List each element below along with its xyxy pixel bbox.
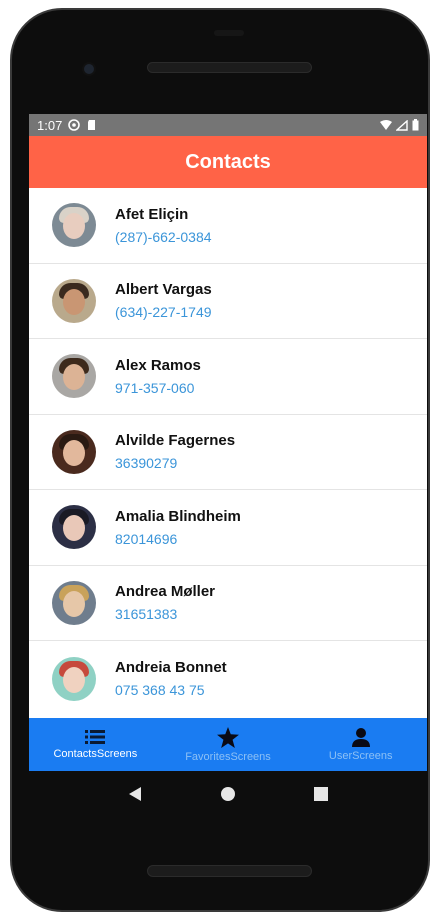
contact-avatar [52, 580, 96, 625]
contact-row[interactable]: Afet Eliçin (287)-662-0384 [29, 188, 427, 264]
contact-phone: 075 368 43 75 [115, 682, 205, 699]
contact-avatar [52, 429, 96, 474]
tab-label: UserScreens [328, 749, 393, 762]
contact-avatar [52, 354, 96, 399]
contact-row[interactable]: Alvilde Fagernes 36390279 [29, 415, 427, 490]
contact-row[interactable]: Andreia Bonnet 075 368 43 75 [29, 641, 427, 717]
home-icon[interactable] [220, 786, 236, 802]
battery-icon [412, 119, 419, 131]
list-icon [85, 730, 106, 744]
contact-phone: (634)-227-1749 [115, 304, 212, 321]
contact-phone: 971-357-060 [115, 379, 195, 396]
status-time: 1:07 [37, 117, 63, 133]
star-icon [217, 726, 239, 748]
recents-icon[interactable] [314, 787, 328, 801]
tab-user[interactable]: UserScreens [294, 718, 427, 771]
contact-name: Alvilde Fagernes [115, 432, 236, 450]
back-icon[interactable] [128, 786, 142, 802]
app-header: Contacts [29, 136, 427, 188]
tab-contacts[interactable]: ContactsScreens [29, 718, 162, 771]
sd-card-icon [88, 120, 96, 130]
tab-favorites[interactable]: FavoritesScreens [162, 718, 295, 771]
contact-phone: 82014696 [115, 530, 178, 547]
contact-row[interactable]: Alex Ramos 971-357-060 [29, 339, 427, 415]
person-icon [351, 727, 370, 747]
contact-row[interactable]: Amalia Blindheim 82014696 [29, 490, 427, 566]
page-title: Contacts [185, 150, 271, 173]
contact-avatar [52, 203, 96, 248]
earpiece-speaker [147, 62, 312, 73]
front-camera [82, 62, 96, 76]
status-bar: 1:07 [29, 114, 427, 136]
bottom-tab-bar: ContactsScreens FavoritesScreens UserScr… [29, 718, 427, 771]
app-screen: 1:07 Contacts Afet Eliçin (287)-662-0384… [29, 114, 427, 771]
contact-name: Amalia Blindheim [115, 507, 241, 525]
wifi-icon [380, 119, 392, 130]
contact-avatar [52, 505, 96, 550]
contact-list[interactable]: Afet Eliçin (287)-662-0384 Albert Vargas (6… [29, 188, 427, 719]
contact-name: Albert Vargas [115, 281, 212, 299]
android-nav-bar [29, 771, 427, 817]
speaker-slot [214, 30, 244, 36]
contact-phone: (287)-662-0384 [115, 228, 212, 245]
contact-row[interactable]: Albert Vargas (634)-227-1749 [29, 264, 427, 339]
tab-label: FavoritesScreens [185, 750, 271, 763]
contact-name: Andrea Møller [115, 583, 216, 601]
tab-label: ContactsScreens [53, 748, 138, 760]
contact-name: Alex Ramos [115, 356, 201, 374]
contact-name: Andreia Bonnet [115, 659, 227, 677]
contact-phone: 31651383 [115, 606, 178, 623]
sync-icon [68, 119, 81, 131]
contact-row[interactable]: Andrea Møller 31651383 [29, 566, 427, 641]
signal-icon [396, 119, 408, 131]
contact-avatar [52, 278, 96, 323]
bottom-speaker [147, 865, 312, 877]
contact-phone: 36390279 [115, 455, 178, 472]
contact-avatar [52, 656, 96, 701]
contact-name: Afet Eliçin [115, 205, 189, 223]
